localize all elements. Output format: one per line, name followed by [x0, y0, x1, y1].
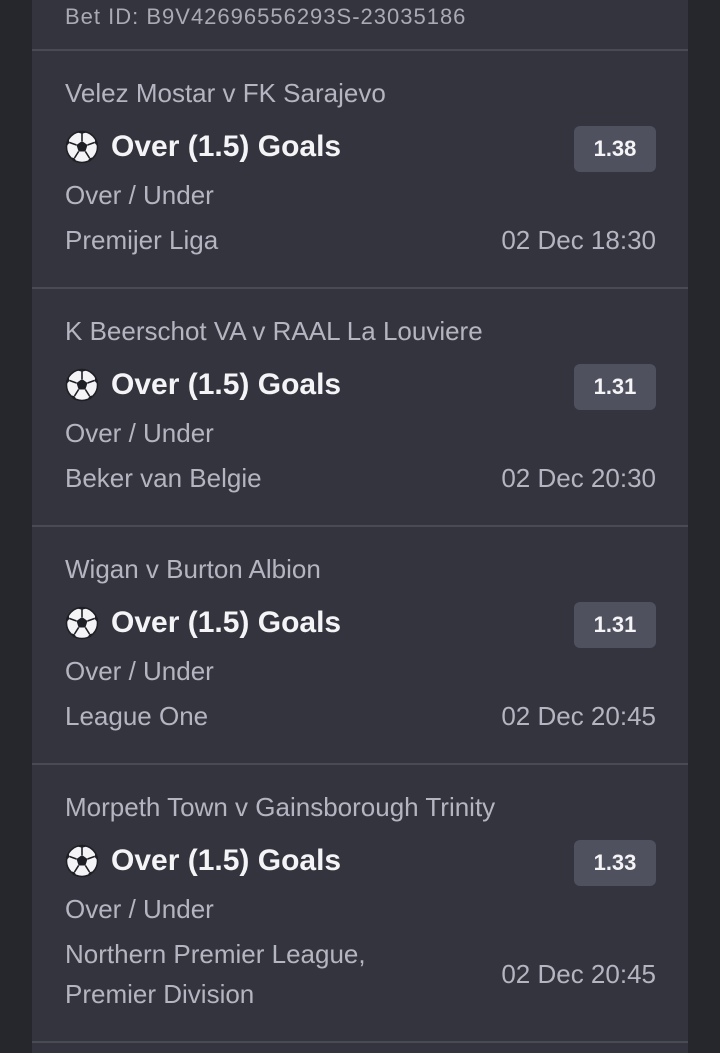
outcome-label: Over (1.5) Goals	[111, 844, 342, 877]
soccer-ball-icon	[65, 844, 99, 878]
outcome-row: Over (1.5) Goals	[65, 363, 341, 407]
league-name: Premijer Liga	[65, 225, 219, 255]
bet-selection[interactable]: Velez Mostar v FK Sarajevo Over (1.5) Go…	[32, 51, 688, 287]
divider	[32, 1041, 688, 1043]
bet-selection[interactable]: K Beerschot VA v RAAL La Louviere Over (…	[32, 289, 688, 525]
kickoff-time: 02 Dec 20:45	[501, 959, 656, 989]
soccer-ball-icon	[65, 606, 99, 640]
bet-selection[interactable]: Morpeth Town v Gainsborough Trinity Over…	[32, 765, 688, 1041]
kickoff-time: 02 Dec 20:30	[501, 463, 656, 493]
odds-badge[interactable]: 1.31	[574, 602, 656, 648]
soccer-ball-icon	[65, 130, 99, 164]
match-name: Morpeth Town v Gainsborough Trinity	[65, 792, 496, 822]
outcome-label: Over (1.5) Goals	[111, 130, 342, 163]
kickoff-time: 02 Dec 20:45	[501, 701, 656, 731]
outcome-label: Over (1.5) Goals	[111, 606, 342, 639]
league-name: Beker van Belgie	[65, 463, 262, 493]
odds-badge[interactable]: 1.33	[574, 840, 656, 886]
bet-details-page: Bet ID: B9V42696556293S-23035186 Velez M…	[0, 0, 720, 1053]
kickoff-time: 02 Dec 18:30	[501, 225, 656, 255]
market-type: Over / Under	[65, 180, 214, 210]
soccer-ball-icon	[65, 368, 99, 402]
match-name: K Beerschot VA v RAAL La Louviere	[65, 316, 483, 346]
market-type: Over / Under	[65, 894, 214, 924]
match-name: Velez Mostar v FK Sarajevo	[65, 78, 386, 108]
match-name: Wigan v Burton Albion	[65, 554, 321, 584]
odds-badge[interactable]: 1.31	[574, 364, 656, 410]
league-name: League One	[65, 701, 209, 731]
outcome-label: Over (1.5) Goals	[111, 368, 342, 401]
outcome-row: Over (1.5) Goals	[65, 601, 341, 645]
market-type: Over / Under	[65, 418, 214, 448]
market-type: Over / Under	[65, 656, 214, 686]
bet-id: Bet ID: B9V42696556293S-23035186	[65, 4, 467, 29]
odds-badge[interactable]: 1.38	[574, 126, 656, 172]
bet-card: Bet ID: B9V42696556293S-23035186 Velez M…	[32, 0, 688, 1053]
outcome-row: Over (1.5) Goals	[65, 839, 341, 883]
league-name: Northern Premier League, Premier Divisio…	[65, 939, 366, 1009]
bet-selection[interactable]: Wigan v Burton Albion Over (1.5) Goals 1…	[32, 527, 688, 763]
outcome-row: Over (1.5) Goals	[65, 125, 341, 169]
